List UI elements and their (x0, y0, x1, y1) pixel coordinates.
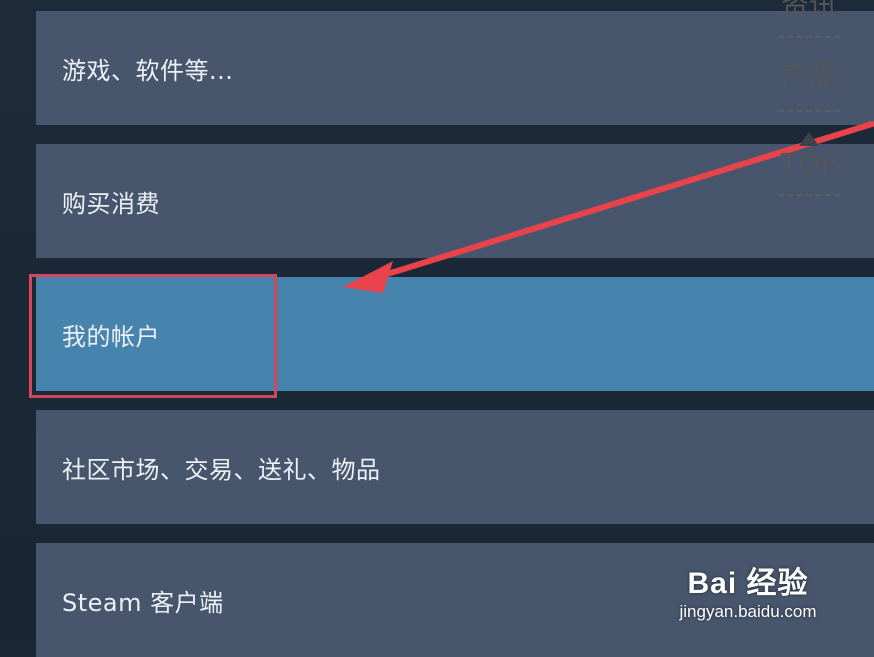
side-nav-divider (778, 194, 840, 196)
menu-item-steam-client[interactable]: Steam 客户端 (36, 543, 874, 657)
side-nav-products[interactable]: 产品 (778, 62, 840, 90)
side-nav-news[interactable]: 资讯 (778, 0, 840, 20)
menu-item-my-account[interactable]: 我的帐户 (36, 277, 874, 391)
menu-item-label: 购买消费 (62, 189, 160, 218)
menu-item-community-market[interactable]: 社区市场、交易、送礼、物品 (36, 410, 874, 524)
menu-item-label: 社区市场、交易、送礼、物品 (62, 455, 381, 484)
menu-item-purchases[interactable]: 购买消费 (36, 144, 874, 258)
menu-item-label: Steam 客户端 (62, 588, 224, 617)
menu-item-label: 我的帐户 (62, 322, 160, 351)
menu-item-label: 游戏、软件等... (62, 56, 234, 85)
menu-item-games-software[interactable]: 游戏、软件等... (36, 11, 874, 125)
side-nav-divider (778, 110, 840, 112)
side-nav-top[interactable]: TOP (778, 150, 840, 178)
side-nav-divider (778, 36, 840, 38)
side-nav: 资讯 产品 TOP (778, 0, 840, 196)
